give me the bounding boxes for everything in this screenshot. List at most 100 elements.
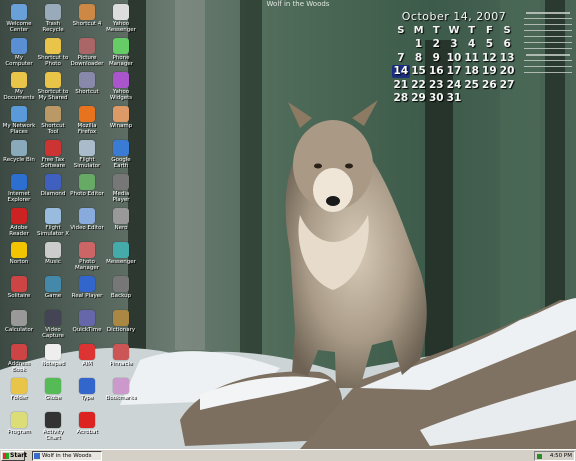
desktop-icon[interactable]: Type [70, 376, 104, 409]
tray-status-icon[interactable] [537, 454, 542, 459]
calendar-day-cell[interactable]: 12 [481, 51, 499, 65]
calendar-day-cell[interactable]: 6 [498, 38, 516, 52]
desktop-icon[interactable]: Free Tax Software [36, 138, 70, 171]
calendar-day-cell[interactable]: 23 [427, 78, 445, 92]
calendar-day-cell[interactable]: 24 [445, 78, 463, 92]
desktop-icon[interactable]: Recycle Bin [2, 138, 36, 171]
desktop-icon-label: Acrobat [76, 429, 98, 435]
desktop-icon[interactable]: Mozilla Firefox [70, 104, 104, 137]
desktop-icon-label: Type [80, 395, 94, 401]
calendar-day-cell[interactable]: 8 [410, 51, 428, 65]
desktop-icon[interactable]: AIM [70, 342, 104, 375]
calendar-day-cell[interactable]: 17 [445, 65, 463, 79]
desktop-icon[interactable]: Winamp [104, 104, 138, 137]
desktop-icon[interactable]: Photo Manager [70, 240, 104, 273]
calendar-day-cell[interactable]: 31 [445, 92, 463, 106]
desktop-icon[interactable]: Notepad [36, 342, 70, 375]
game-icon [45, 276, 61, 292]
desktop-icon[interactable]: Shortcut to My Shared Folder [36, 70, 70, 103]
desktop-icon[interactable]: Shortcut Tool [36, 104, 70, 137]
calendar-day-cell[interactable]: 10 [445, 51, 463, 65]
desktop-icon[interactable]: Nero [104, 206, 138, 239]
desktop-icon[interactable]: Shortcut 4 [70, 2, 104, 35]
desktop-icon[interactable]: Acrobat [70, 410, 104, 443]
desktop-icon[interactable]: Activity Chart [36, 410, 70, 443]
desktop-icon[interactable]: Adobe Reader [2, 206, 36, 239]
calendar-day-cell[interactable]: 15 [410, 65, 428, 79]
calendar-day-cell[interactable]: 13 [498, 51, 516, 65]
calendar-day-cell[interactable]: 27 [498, 78, 516, 92]
desktop-icon[interactable]: Google Earth [104, 138, 138, 171]
desktop-icon[interactable]: Folder [2, 376, 36, 409]
calendar-day-cell[interactable]: 28 [392, 92, 410, 106]
calendar-day-cell[interactable]: 26 [481, 78, 499, 92]
calendar-day-header: W [448, 25, 460, 37]
taskbar-window-button[interactable]: Wolf in the Woods [32, 451, 102, 461]
calendar-week-row: 123456 [392, 38, 516, 52]
desktop-icon[interactable]: Internet Explorer [2, 172, 36, 205]
desktop-icon[interactable]: Calculator [2, 308, 36, 341]
desktop-icon[interactable]: Shortcut to Photo [36, 36, 70, 69]
desktop-icon[interactable]: Backup [104, 274, 138, 307]
desktop-icon[interactable]: Yahoo Messenger [104, 2, 138, 35]
calendar-day-cell[interactable]: 21 [392, 78, 410, 92]
winamp-icon [113, 106, 129, 122]
calendar-day-cell[interactable]: 19 [481, 65, 499, 79]
calendar-day-cell[interactable]: 30 [427, 92, 445, 106]
desktop-icon[interactable]: Norton [2, 240, 36, 273]
diamond-icon [45, 174, 61, 190]
desktop-icon[interactable]: Diamond [36, 172, 70, 205]
calendar-day-cell[interactable]: 5 [481, 38, 499, 52]
desktop-icon-label: Activity Chart [42, 429, 64, 441]
desktop-icon[interactable]: Video Capture [36, 308, 70, 341]
calendar-today-cell[interactable]: 14 [392, 64, 410, 78]
calendar-day-cell[interactable]: 3 [445, 38, 463, 52]
calendar-day-cell[interactable]: 25 [463, 78, 481, 92]
recycle-bin-icon [45, 4, 61, 20]
calendar-day-cell[interactable]: 7 [392, 51, 410, 65]
calendar-day-cell[interactable]: 4 [463, 38, 481, 52]
desktop-icon[interactable]: My Computer [2, 36, 36, 69]
desktop-icon[interactable]: Video Editor [70, 206, 104, 239]
desktop-icon[interactable]: QuickTime [70, 308, 104, 341]
calendar-widget[interactable]: October 14, 2007 SMTWTFS 1 2 3 4 5 6 7 8 9 10 11 12… [392, 10, 516, 105]
calendar-day-cell[interactable]: 9 [427, 51, 445, 65]
desktop-icon[interactable]: Game [36, 274, 70, 307]
desktop-icon[interactable]: Pinnacle [104, 342, 138, 375]
desktop-icon[interactable]: My Network Places [2, 104, 36, 137]
calendar-day-cell[interactable]: 20 [498, 65, 516, 79]
desktop-icon[interactable]: Trash Recycle [36, 2, 70, 35]
desktop-icon[interactable]: Media Player [104, 172, 138, 205]
calendar-day-cell[interactable]: 11 [463, 51, 481, 65]
calendar-day-cell[interactable]: 22 [410, 78, 428, 92]
desktop-icon[interactable]: Solitaire [2, 274, 36, 307]
desktop-icon[interactable]: Dictionary [104, 308, 138, 341]
desktop-icon[interactable]: Program [2, 410, 36, 443]
desktop-icon[interactable]: Photo Editor [70, 172, 104, 205]
desktop-icon[interactable]: Bookmarks [104, 376, 138, 409]
window-icon [34, 453, 40, 459]
desktop-icon[interactable]: Address Book [2, 342, 36, 375]
desktop-icon[interactable]: Messenger [104, 240, 138, 273]
desktop-icon-label: Dictionary [106, 327, 136, 333]
calendar-day-cell[interactable]: 29 [410, 92, 428, 106]
desktop-icon[interactable]: Picture Downloader [70, 36, 104, 69]
desktop-icon[interactable]: Flight Simulator X [36, 206, 70, 239]
desktop-icon[interactable]: Flight Simulator [70, 138, 104, 171]
desktop-icon[interactable]: Music [36, 240, 70, 273]
notepad-icon [45, 344, 61, 360]
start-button[interactable]: Start [1, 451, 27, 461]
desktop-icon[interactable]: Real Player [70, 274, 104, 307]
calendar-day-cell[interactable]: 16 [427, 65, 445, 79]
desktop-icon[interactable]: Welcome Center [2, 2, 36, 35]
desktop-icon[interactable]: Shortcut [70, 70, 104, 103]
desktop-icon[interactable]: Globe [36, 376, 70, 409]
desktop-icon[interactable]: Phone Manager [104, 36, 138, 69]
calendar-day-cell[interactable]: 2 [427, 38, 445, 52]
desktop-icon-label: Norton [9, 259, 29, 265]
desktop-icon[interactable]: My Documents [2, 70, 36, 103]
desktop-icon[interactable]: Yahoo Widgets [104, 70, 138, 103]
desktop-icon-label: My Computer [5, 55, 33, 67]
calendar-day-cell[interactable]: 18 [463, 65, 481, 79]
calendar-day-cell[interactable]: 1 [410, 38, 428, 52]
